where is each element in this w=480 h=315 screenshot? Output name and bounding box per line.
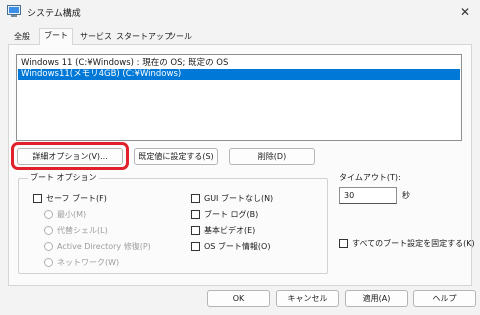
- radio-minimal[interactable]: [44, 210, 53, 219]
- boot-log-label: ブート ログ(B): [204, 210, 259, 219]
- make-permanent-row[interactable]: すべてのブート設定を固定する(K): [339, 238, 475, 249]
- boot-log-checkbox[interactable]: [191, 210, 200, 219]
- apply-button[interactable]: 適用(A): [345, 290, 408, 307]
- close-icon: ✕: [459, 5, 471, 19]
- base-video-checkbox[interactable]: [191, 226, 200, 235]
- no-gui-boot-label: GUI ブートなし(N): [204, 194, 274, 203]
- make-permanent-label: すべてのブート設定を固定する(K): [352, 239, 475, 248]
- os-boot-info-row[interactable]: OS ブート情報(O): [191, 241, 270, 252]
- boot-entry-default[interactable]: Windows 11 (C:¥Windows) : 現在の OS; 既定の OS: [18, 58, 460, 69]
- radio-alternate-shell-row[interactable]: 代替シェル(L): [44, 225, 108, 236]
- timeout-label: タイムアウト(T):: [339, 173, 401, 182]
- cancel-button[interactable]: キャンセル: [276, 290, 339, 307]
- base-video-label: 基本ビデオ(E): [204, 226, 256, 235]
- radio-minimal-row[interactable]: 最小(M): [44, 209, 86, 220]
- delete-button[interactable]: 削除(D): [229, 148, 315, 165]
- boot-options-title: ブート オプション: [28, 172, 99, 183]
- boot-entry-selected[interactable]: Windows11(メモリ4GB) (C:¥Windows): [18, 69, 460, 80]
- os-boot-info-label: OS ブート情報(O): [204, 242, 271, 251]
- radio-ad-repair[interactable]: [44, 242, 53, 251]
- radio-network-row[interactable]: ネットワーク(W): [44, 257, 119, 268]
- msconfig-app-icon: [7, 5, 21, 17]
- timeout-unit: 秒: [402, 191, 410, 200]
- set-default-button[interactable]: 既定値に設定する(S): [134, 148, 218, 165]
- base-video-row[interactable]: 基本ビデオ(E): [191, 225, 255, 236]
- system-configuration-window: システム構成 ✕ 全般 ブート サービス スタートアップ ツール Windows…: [0, 0, 480, 315]
- tab-services[interactable]: サービス: [76, 30, 116, 44]
- close-button[interactable]: ✕: [450, 0, 480, 24]
- radio-alternate-shell-label: 代替シェル(L): [57, 226, 108, 235]
- no-gui-boot-row[interactable]: GUI ブートなし(N): [191, 193, 273, 204]
- boot-entry-list[interactable]: Windows 11 (C:¥Windows) : 現在の OS; 既定の OS…: [16, 54, 462, 141]
- radio-network[interactable]: [44, 258, 53, 267]
- tab-boot[interactable]: ブート: [39, 28, 73, 45]
- os-boot-info-checkbox[interactable]: [191, 242, 200, 251]
- advanced-options-button[interactable]: 詳細オプション(V)...: [17, 148, 123, 165]
- safe-boot-label: セーフ ブート(F): [46, 194, 107, 203]
- help-button[interactable]: ヘルプ: [413, 290, 476, 307]
- safe-boot-checkbox[interactable]: [33, 194, 42, 203]
- radio-minimal-label: 最小(M): [57, 210, 87, 219]
- safe-boot-checkbox-row[interactable]: セーフ ブート(F): [33, 193, 107, 204]
- title-bar: システム構成 ✕: [0, 0, 480, 24]
- radio-alternate-shell[interactable]: [44, 226, 53, 235]
- make-permanent-checkbox[interactable]: [339, 239, 348, 248]
- window-title: システム構成: [27, 9, 81, 19]
- radio-ad-repair-row[interactable]: Active Directory 修復(P): [44, 241, 151, 252]
- no-gui-boot-checkbox[interactable]: [191, 194, 200, 203]
- tab-general[interactable]: 全般: [10, 30, 34, 44]
- radio-network-label: ネットワーク(W): [57, 258, 120, 267]
- ok-button[interactable]: OK: [207, 290, 270, 307]
- radio-ad-repair-label: Active Directory 修復(P): [57, 242, 151, 251]
- tab-tools[interactable]: ツール: [164, 30, 196, 44]
- timeout-input[interactable]: 30: [339, 187, 397, 204]
- boot-log-row[interactable]: ブート ログ(B): [191, 209, 258, 220]
